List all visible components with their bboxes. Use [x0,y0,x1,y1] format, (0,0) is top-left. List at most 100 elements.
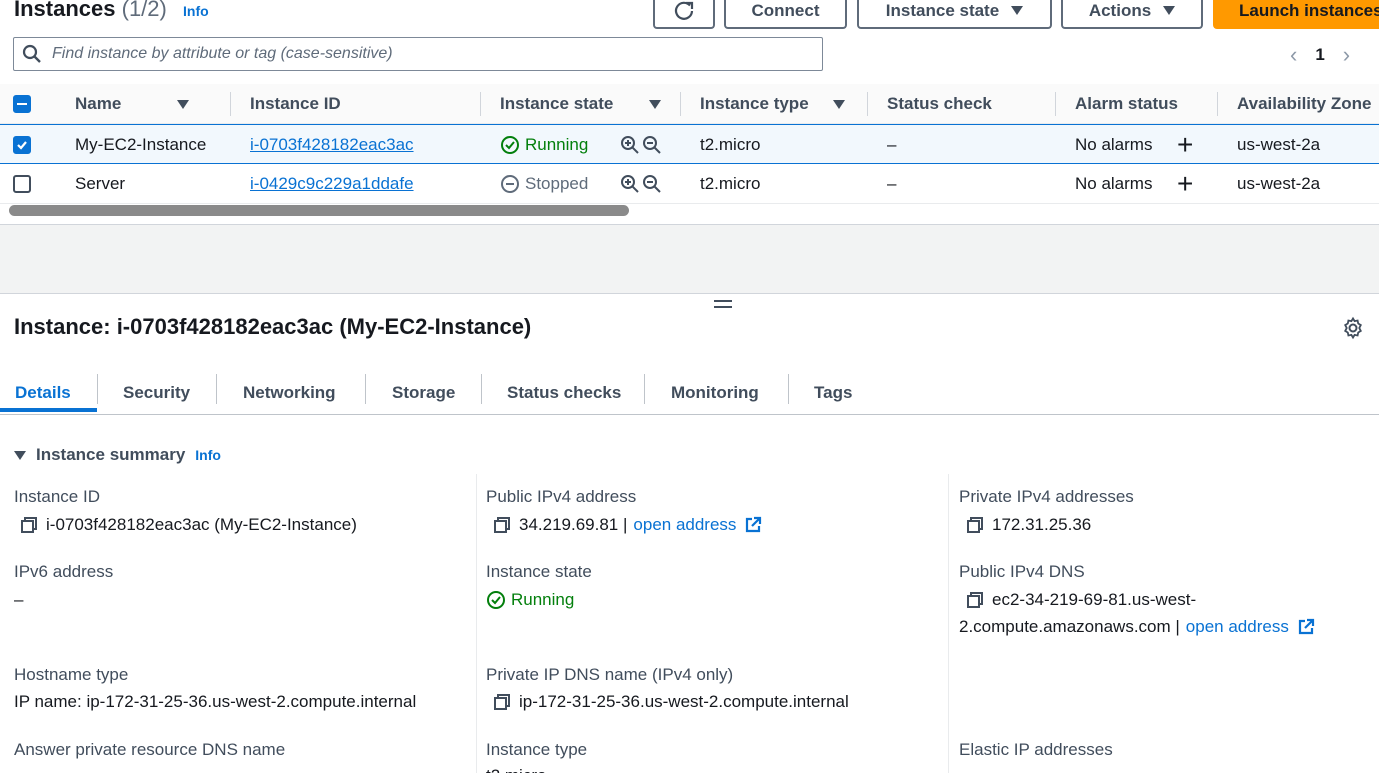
copy-icon[interactable] [966,591,984,609]
state-text: Running [525,135,589,154]
table-row[interactable]: Server i-0429c9c229a1ddafe Stopped t2.mi… [0,164,1379,204]
cell-status-check: – [887,174,897,193]
field-label: Private IP DNS name (IPv4 only) [486,665,734,684]
row-checkbox[interactable] [13,164,31,204]
column-header-instance-id[interactable]: Instance ID [250,84,341,124]
caret-down-icon [1011,6,1024,15]
title-text: Instances [14,0,116,21]
horizontal-scrollbar[interactable] [9,205,629,216]
instance-count: (1/2) [121,0,167,21]
table-row[interactable]: My-EC2-Instance i-0703f428182eac3ac Runn… [0,124,1379,164]
copy-icon[interactable] [20,516,38,534]
cell-availability-zone: us-west-2a [1237,174,1321,193]
public-dns-value: ec2-34-219-69-81.us-west- [966,590,1196,610]
zoom-in-icon[interactable] [620,135,640,155]
column-header-availability-zone[interactable]: Availability Zone [1237,84,1371,124]
instance-summary-header[interactable]: Instance summary Info [14,445,221,465]
tab-storage[interactable]: Storage [392,371,455,414]
zoom-in-icon[interactable] [620,174,640,194]
section-title: Instance summary [36,445,186,464]
current-page[interactable]: 1 [1315,45,1324,65]
instance-state-value: Running [486,590,574,610]
public-ipv4-value: 34.219.69.81 | open address [493,515,762,535]
zoom-out-icon[interactable] [642,174,662,194]
field-label: Elastic IP addresses [959,740,1113,759]
check-circle-icon [501,136,519,154]
column-label: Alarm status [1075,94,1178,113]
state-zoom-controls [620,125,662,165]
stopped-circle-icon [501,175,519,193]
instance-id-link[interactable]: i-0429c9c229a1ddafe [250,174,414,194]
table-header: Name Instance ID Instance state Instance… [0,84,1379,124]
instance-id-link[interactable]: i-0703f428182eac3ac [250,135,414,155]
column-header-name[interactable]: Name [75,84,190,124]
value-text: i-0703f428182eac3ac (My-EC2-Instance) [46,515,357,534]
info-link[interactable]: Info [183,3,209,19]
connect-button[interactable]: Connect [724,0,847,29]
row-checkbox[interactable] [13,125,31,165]
column-header-instance-type[interactable]: Instance type [700,84,845,124]
cell-name: My-EC2-Instance [75,135,207,154]
column-header-alarm-status[interactable]: Alarm status [1075,84,1178,124]
field-label: IPv6 address [14,562,114,581]
active-tab-indicator [0,408,97,412]
page-header: Instances (1/2) Info Connect Instance st… [0,0,1379,32]
refresh-button[interactable] [653,0,715,29]
tab-security[interactable]: Security [123,371,190,414]
tab-networking[interactable]: Networking [243,371,336,414]
private-dns-value: ip-172-31-25-36.us-west-2.compute.intern… [493,692,849,712]
cell-alarm-status: No alarms [1075,174,1153,193]
value-text: 2.compute.amazonaws.com | [959,617,1180,636]
column-label: Instance state [500,94,614,113]
caret-down-icon [1163,6,1176,15]
cell-status-check: – [887,135,897,154]
add-alarm-icon[interactable]: + [1177,164,1193,204]
cell-availability-zone: us-west-2a [1237,135,1321,154]
field-label: Private IPv4 addresses [959,487,1134,506]
copy-icon[interactable] [966,516,984,534]
column-label: Status check [887,94,992,113]
detail-title: Instance: i-0703f428182eac3ac (My-EC2-In… [14,314,532,339]
instance-state-label: Instance state [885,0,1000,20]
split-panel-divider [0,224,1379,294]
field-label: Public IPv4 address [486,487,637,506]
external-link-icon[interactable] [744,516,762,534]
search-input[interactable]: Find instance by attribute or tag (case-… [13,37,823,71]
copy-icon[interactable] [493,516,511,534]
search-placeholder: Find instance by attribute or tag (case-… [52,45,393,62]
select-all-checkbox[interactable] [13,84,31,124]
private-ipv4-value: 172.31.25.36 [966,515,1091,535]
zoom-out-icon[interactable] [642,135,662,155]
copy-icon[interactable] [493,693,511,711]
tab-tags[interactable]: Tags [814,371,852,414]
next-page-icon[interactable]: › [1343,42,1350,68]
value-text: Running [511,590,575,609]
launch-instances-button[interactable]: Launch instances [1213,0,1379,29]
field-label: Instance state [486,562,592,581]
actions-dropdown[interactable]: Actions [1061,0,1203,29]
cell-alarm-status: No alarms [1075,135,1153,154]
field-label: Public IPv4 DNS [959,562,1085,581]
tab-monitoring[interactable]: Monitoring [671,371,759,414]
instance-state-dropdown[interactable]: Instance state [857,0,1052,29]
column-header-status-check[interactable]: Status check [887,84,992,124]
open-address-link[interactable]: open address [633,515,736,535]
add-alarm-icon[interactable]: + [1177,125,1193,165]
column-header-instance-state[interactable]: Instance state [500,84,662,124]
pagination: ‹ 1 › [1290,42,1350,68]
detail-tabs: Details Security Networking Storage Stat… [0,371,1379,415]
gear-icon[interactable] [1341,316,1365,340]
value-text: ip-172-31-25-36.us-west-2.compute.intern… [519,692,849,711]
checkbox-icon [13,175,31,193]
sort-icon [832,99,845,109]
info-link[interactable]: Info [195,447,221,463]
prev-page-icon[interactable]: ‹ [1290,42,1297,68]
drag-handle-icon[interactable] [714,300,732,312]
tab-status-checks[interactable]: Status checks [507,371,621,414]
hostname-type-value: IP name: ip-172-31-25-36.us-west-2.compu… [14,692,417,711]
actions-label: Actions [1088,0,1152,20]
open-address-link[interactable]: open address [1186,617,1289,637]
column-label: Name [75,94,122,113]
collapse-triangle-icon [14,450,26,460]
external-link-icon[interactable] [1297,618,1315,636]
